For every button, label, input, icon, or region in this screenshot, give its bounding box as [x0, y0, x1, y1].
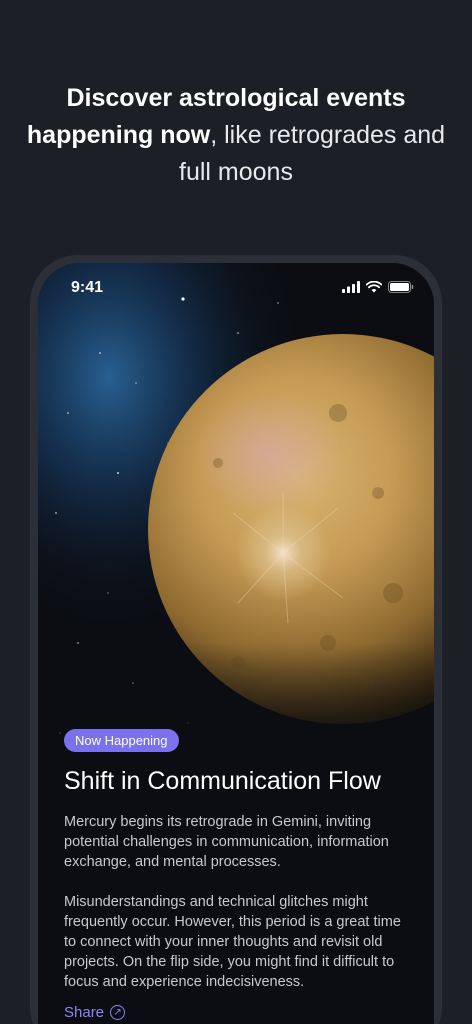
event-content: Now Happening Shift in Communication Flo…: [64, 729, 414, 1021]
status-icons: [342, 281, 414, 293]
headline-rest: , like retrogrades and full moons: [179, 121, 446, 186]
status-time: 9:41: [71, 279, 104, 296]
phone-screen: 9:41 Now Happening Shift in Communicatio: [38, 263, 434, 1024]
event-description-1: Mercury begins its retrograde in Gemini,…: [64, 814, 389, 870]
share-button[interactable]: Share ↗: [64, 1004, 414, 1021]
cellular-signal-icon: [342, 281, 360, 293]
arrow-up-right-circle-icon: ↗: [110, 1005, 126, 1020]
event-description-2: Misunderstandings and technical glitches…: [64, 894, 401, 990]
event-title: Shift in Communication Flow: [64, 767, 381, 795]
wifi-icon: [366, 281, 382, 293]
battery-icon: [388, 281, 414, 293]
headline: Discover astrological events happening n…: [20, 80, 452, 191]
share-label: Share: [64, 1004, 105, 1021]
now-happening-badge: Now Happening: [64, 729, 179, 752]
onboarding-page: Discover astrological events happening n…: [0, 0, 472, 1024]
